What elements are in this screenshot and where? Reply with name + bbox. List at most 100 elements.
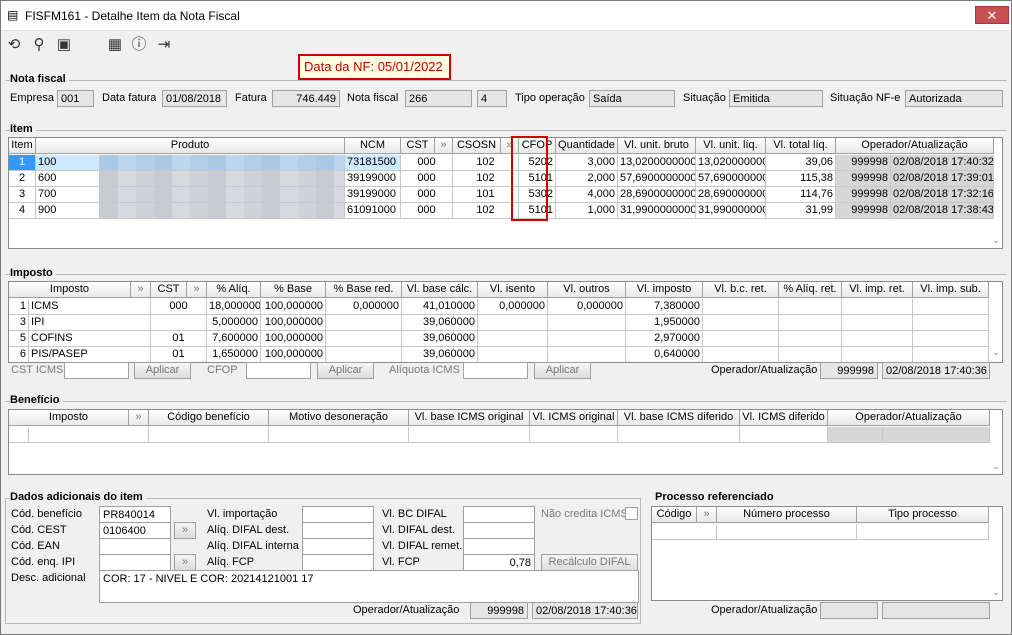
calendar-icon[interactable]: ▦	[105, 35, 125, 55]
empresa-field[interactable]: 001	[57, 90, 94, 107]
col-header-csosn[interactable]: CSOSN	[453, 138, 501, 154]
aliquota-icms-input[interactable]	[463, 362, 528, 379]
table-cell[interactable]: 73181500	[345, 155, 401, 171]
table-cell[interactable]: 4,000	[556, 187, 618, 203]
processo-data-field[interactable]	[882, 602, 990, 619]
table-row[interactable]: 3	[9, 315, 29, 331]
col-header-imposto[interactable]: Imposto	[9, 282, 131, 298]
table-cell[interactable]	[548, 331, 626, 347]
cod-ean-input[interactable]	[99, 538, 171, 555]
col-header-produto[interactable]: Produto	[36, 138, 345, 154]
imposto-lookup-icon[interactable]: »	[131, 282, 151, 298]
table-row[interactable]: 1	[9, 155, 36, 171]
table-cell[interactable]: 3,000	[556, 155, 618, 171]
table-cell[interactable]: 700	[36, 187, 100, 203]
table-cell[interactable]: 57,6900000000	[618, 171, 696, 187]
table-cell[interactable]: 02/08/2018 17:32:16	[891, 187, 994, 203]
col-header-vl-icms-original[interactable]: Vl. ICMS original	[530, 410, 618, 426]
table-cell[interactable]: 115,38	[766, 171, 836, 187]
table-cell[interactable]	[842, 347, 913, 362]
refresh-icon[interactable]: ⟲	[4, 35, 24, 55]
table-cell[interactable]: ICMS	[29, 299, 151, 315]
table-cell[interactable]	[703, 347, 779, 362]
table-cell[interactable]	[842, 331, 913, 347]
scroll-down-icon[interactable]: ⌄	[990, 587, 1002, 598]
table-cell[interactable]	[29, 427, 149, 443]
table-cell[interactable]: 7,600000	[207, 331, 261, 347]
table-cell[interactable]	[703, 299, 779, 315]
cod-cest-input[interactable]: 0106400	[99, 522, 171, 539]
table-cell[interactable]: 02/08/2018 17:39:01	[891, 171, 994, 187]
cst-lookup-icon[interactable]: »	[187, 282, 207, 298]
produto-description-redacted[interactable]	[100, 187, 345, 203]
desc-adicional-input[interactable]: COR: 17 - NIVEL E COR: 20214121001 17	[99, 570, 639, 603]
table-cell[interactable]: 0,000000	[548, 299, 626, 315]
col-header-vl-base-icms-diferido[interactable]: Vl. base ICMS diferido	[618, 410, 740, 426]
table-cell[interactable]	[883, 427, 990, 443]
table-cell[interactable]	[717, 524, 857, 540]
table-cell[interactable]: 5101	[519, 203, 556, 219]
table-cell[interactable]	[326, 331, 402, 347]
scroll-down-icon[interactable]: ⌄	[990, 461, 1002, 472]
scroll-down-icon[interactable]: ⌄	[990, 347, 1002, 358]
col-header-vl-isento[interactable]: Vl. isento	[478, 282, 548, 298]
recalculo-difal-button[interactable]: Recálculo DIFAL	[541, 554, 638, 571]
table-cell[interactable]: 13,0200000000	[618, 155, 696, 171]
table-cell[interactable]: 2,970000	[626, 331, 703, 347]
dados-data-field[interactable]: 02/08/2018 17:40:36	[532, 602, 638, 619]
table-row[interactable]: 4	[9, 203, 36, 219]
col-header-cst[interactable]: CST	[401, 138, 435, 154]
table-cell[interactable]: 101	[453, 187, 519, 203]
col-header-vl-unit-bruto[interactable]: Vl. unit. bruto	[618, 138, 696, 154]
table-cell[interactable]	[779, 331, 842, 347]
table-cell[interactable]	[779, 347, 842, 362]
imposto-lookup-icon[interactable]: »	[129, 410, 149, 426]
table-cell[interactable]: 102	[453, 203, 519, 219]
vl-difal-dest-input[interactable]	[463, 522, 535, 539]
table-cell[interactable]: 28,690000000	[696, 187, 766, 203]
col-header-vl-icms-diferido[interactable]: Vl. ICMS diferido	[740, 410, 828, 426]
table-cell[interactable]	[478, 331, 548, 347]
table-row[interactable]: 3	[9, 187, 36, 203]
data-fatura-field[interactable]: 01/08/2018	[162, 90, 227, 107]
col-header-base[interactable]: % Base	[261, 282, 326, 298]
table-cell[interactable]: 18,000000	[207, 299, 261, 315]
table-cell[interactable]: 41,010000	[402, 299, 478, 315]
table-cell[interactable]: 1,950000	[626, 315, 703, 331]
table-cell[interactable]: 39199000	[345, 171, 401, 187]
col-header-numero-processo[interactable]: Número processo	[717, 507, 857, 523]
table-cell[interactable]: 39,060000	[402, 347, 478, 362]
table-cell[interactable]: 100,000000	[261, 331, 326, 347]
table-cell[interactable]	[842, 299, 913, 315]
table-cell[interactable]	[740, 427, 828, 443]
table-cell[interactable]: 0,000000	[326, 299, 402, 315]
aplicar-cfop-button[interactable]: Aplicar	[317, 362, 374, 379]
col-header-imposto[interactable]: Imposto	[9, 410, 129, 426]
table-cell[interactable]	[618, 427, 740, 443]
col-header-operador[interactable]: Operador/Atualização	[828, 410, 990, 426]
table-cell[interactable]: 600	[36, 171, 100, 187]
table-cell[interactable]: 39199000	[345, 187, 401, 203]
table-cell[interactable]: 000	[401, 187, 453, 203]
exit-icon[interactable]: ⇥	[154, 35, 174, 55]
table-cell[interactable]: 000	[401, 155, 453, 171]
col-header-ncm[interactable]: NCM	[345, 138, 401, 154]
col-header-vl-unit-liq[interactable]: Vl. unit. líq.	[696, 138, 766, 154]
table-cell[interactable]	[269, 427, 409, 443]
col-header-vl-imp-sub[interactable]: Vl. imp. sub.	[913, 282, 989, 298]
situacao-nfe-field[interactable]: Autorizada	[905, 90, 1003, 107]
col-header-tipo-processo[interactable]: Tipo processo	[857, 507, 989, 523]
table-cell[interactable]: IPI	[29, 315, 151, 331]
aliq-fcp-input[interactable]	[302, 554, 374, 571]
imposto-operador-field[interactable]: 999998	[820, 362, 878, 379]
table-cell[interactable]: 61091000	[345, 203, 401, 219]
col-header-vl-total-liq[interactable]: Vl. total líq.	[766, 138, 836, 154]
table-cell[interactable]	[530, 427, 618, 443]
enq-ipi-lookup-icon[interactable]: »	[174, 554, 196, 571]
table-cell[interactable]: 100,000000	[261, 347, 326, 362]
produto-description-redacted[interactable]	[100, 155, 345, 171]
col-header-vl-bc-ret[interactable]: Vl. b.c. ret.	[703, 282, 779, 298]
col-header-vl-base-calc[interactable]: Vl. base cálc.	[402, 282, 478, 298]
table-cell[interactable]: 0,640000	[626, 347, 703, 362]
table-cell[interactable]: 31,99	[766, 203, 836, 219]
